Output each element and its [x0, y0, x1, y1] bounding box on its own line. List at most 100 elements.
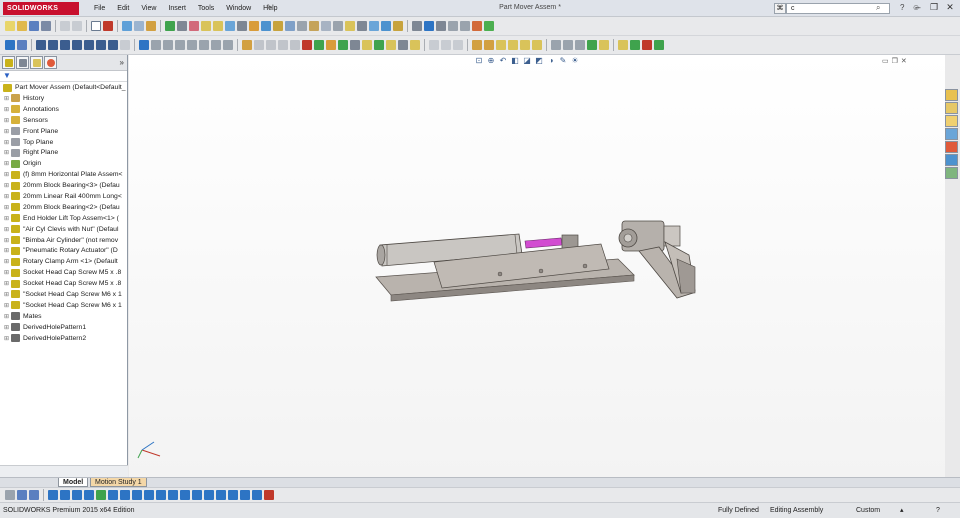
fillet-icon[interactable] — [120, 40, 130, 50]
bill-of-materials-icon[interactable] — [369, 21, 379, 31]
restore-button[interactable]: ❐ — [928, 1, 940, 13]
display-style-icon[interactable] — [436, 21, 446, 31]
flatten-icon[interactable] — [642, 40, 652, 50]
tree-item[interactable]: ⊞ History — [0, 93, 127, 104]
close-button[interactable]: ✕ — [944, 1, 956, 13]
expand-icon[interactable]: ⊞ — [4, 95, 10, 102]
rebuild-icon[interactable] — [103, 21, 113, 31]
chevron-up-icon[interactable]: ▴ — [900, 503, 904, 518]
expand-icon[interactable]: ⊞ — [4, 160, 10, 167]
solidworks-resources-icon[interactable] — [945, 89, 958, 101]
tree-item[interactable]: ⊞ "Socket Head Cap Screw M6 x 1 — [0, 289, 127, 300]
text-icon[interactable] — [163, 40, 173, 50]
previous-view-icon[interactable]: ↶ — [498, 56, 508, 66]
search-icon[interactable]: ⌕ — [876, 3, 880, 13]
play-icon[interactable] — [72, 490, 82, 500]
section-view-icon[interactable]: ◧ — [510, 56, 520, 66]
expand-icon[interactable]: ⊞ — [4, 269, 10, 276]
tree-item[interactable]: ⊞ Sensors — [0, 115, 127, 126]
tree-item[interactable]: ⊞ Right Plane — [0, 147, 127, 158]
damper-icon[interactable] — [192, 490, 202, 500]
force-icon[interactable] — [204, 490, 214, 500]
show-hidden-icon[interactable] — [321, 21, 331, 31]
tree-scrollbar[interactable] — [0, 465, 128, 477]
redo-icon[interactable] — [72, 21, 82, 31]
solidworks-logo[interactable]: SOLIDWORKS — [3, 2, 79, 15]
units-selector[interactable]: Custom — [856, 503, 880, 518]
filter-animation-icon[interactable] — [17, 490, 27, 500]
move-component-icon[interactable] — [309, 21, 319, 31]
expand-icon[interactable]: ⊞ — [4, 226, 10, 233]
centerline-icon[interactable] — [151, 40, 161, 50]
tab-model[interactable]: Model — [58, 478, 89, 487]
helix-icon[interactable] — [587, 40, 597, 50]
wrap-icon[interactable] — [386, 40, 396, 50]
tree-root[interactable]: Part Mover Assem (Default<Default_ — [0, 82, 127, 93]
circle-icon[interactable] — [72, 40, 82, 50]
expand-icon[interactable]: ⊞ — [4, 215, 10, 222]
tree-item[interactable]: ⊞ Annotations — [0, 104, 127, 115]
calculate-icon[interactable] — [48, 490, 58, 500]
reference-geometry-icon[interactable] — [345, 21, 355, 31]
dome-icon[interactable] — [398, 40, 408, 50]
design-library-icon[interactable] — [945, 102, 958, 114]
flange-icon[interactable] — [630, 40, 640, 50]
hole-wizard-icon[interactable] — [314, 40, 324, 50]
offset-icon[interactable] — [199, 40, 209, 50]
filter-driving-icon[interactable] — [29, 490, 39, 500]
appearances-icon[interactable] — [945, 141, 958, 153]
customize-icon[interactable] — [237, 21, 247, 31]
expand-icon[interactable]: ⊞ — [4, 117, 10, 124]
gusset-icon[interactable] — [496, 40, 506, 50]
tree-item[interactable]: ⊞ Origin — [0, 158, 127, 169]
smart-fasteners-icon[interactable] — [297, 21, 307, 31]
expand-icon[interactable]: ⊞ — [4, 106, 10, 113]
projected-curve-icon[interactable] — [575, 40, 585, 50]
ellipse-icon[interactable] — [108, 40, 118, 50]
new-motion-study-icon[interactable] — [357, 21, 367, 31]
search-commands-button[interactable]: ⌘ — [774, 3, 786, 14]
assembly-model[interactable] — [129, 55, 945, 477]
smart-dimension-icon[interactable] — [17, 40, 27, 50]
planar-surface-icon[interactable] — [441, 40, 451, 50]
structural-member-icon[interactable] — [484, 40, 494, 50]
expand-icon[interactable]: ⊞ — [4, 128, 10, 135]
shell-icon[interactable] — [362, 40, 372, 50]
view-settings-icon[interactable] — [484, 21, 494, 31]
tab-featuremanager[interactable] — [2, 56, 15, 69]
view-orientation-icon[interactable] — [424, 21, 434, 31]
rectangle-icon[interactable] — [48, 40, 58, 50]
tree-item[interactable]: ⊞ Socket Head Cap Screw M5 x .8 — [0, 278, 127, 289]
stop-icon[interactable] — [84, 490, 94, 500]
save-icon[interactable] — [29, 21, 39, 31]
tree-item[interactable]: ⊞ "Air Cyl Clevis with Nut" (Defaul — [0, 224, 127, 235]
new-icon[interactable] — [5, 21, 15, 31]
weld-bead-icon[interactable] — [520, 40, 530, 50]
filter-icon[interactable] — [5, 490, 15, 500]
gravity-icon[interactable] — [228, 490, 238, 500]
draft-icon[interactable] — [374, 40, 384, 50]
revolve-icon[interactable] — [254, 40, 264, 50]
tab-configurationmanager[interactable] — [30, 56, 43, 69]
cut-list-icon[interactable] — [532, 40, 542, 50]
pin-icon[interactable]: ✎ — [266, 3, 277, 14]
minimize-button[interactable]: – — [912, 1, 924, 13]
curves-icon[interactable] — [551, 40, 561, 50]
tree-item[interactable]: ⊞ 20mm Linear Rail 400mm Long< — [0, 191, 127, 202]
loft-icon[interactable] — [278, 40, 288, 50]
line-icon[interactable] — [36, 40, 46, 50]
view-palette-icon[interactable] — [945, 128, 958, 140]
knit-icon[interactable] — [453, 40, 463, 50]
menu-edit[interactable]: Edit — [111, 3, 135, 14]
linear-pattern-icon[interactable] — [285, 21, 295, 31]
zoom-to-fit-icon[interactable]: ⊡ — [474, 56, 484, 66]
extend-icon[interactable] — [187, 40, 197, 50]
expand-icon[interactable]: ⊞ — [4, 139, 10, 146]
expand-icon[interactable]: ⊞ — [4, 237, 10, 244]
expand-icon[interactable]: ⊞ — [4, 182, 10, 189]
tree-item[interactable]: ⊞ "Bimba Air Cylinder" (not remov — [0, 235, 127, 246]
spline-icon[interactable] — [96, 40, 106, 50]
file-properties-icon[interactable] — [122, 21, 132, 31]
search-input[interactable]: c — [786, 3, 890, 14]
zoom-to-area-icon[interactable]: ⊕ — [486, 56, 496, 66]
